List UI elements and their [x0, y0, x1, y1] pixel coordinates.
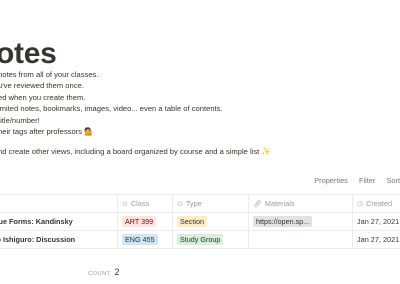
clock-icon: ◷	[357, 201, 364, 208]
row-count: COUNT 2	[88, 267, 120, 277]
column-header-created[interactable]: ◷ Created	[352, 195, 400, 212]
filter-button[interactable]: Filter	[359, 176, 375, 185]
link-property-icon: 🔗︎	[253, 201, 262, 208]
column-header-type[interactable]: ⊙ Type	[172, 195, 253, 212]
table-row[interactable]: ique Forms: Kandinsky ART 399 Section ht…	[0, 213, 400, 231]
description-line: u've reviewed them once.	[0, 81, 84, 91]
table-row[interactable]: uo Ishiguro: Discussion ENG 455 Study Gr…	[0, 231, 400, 249]
database-toolbar: Properties Filter Sort	[305, 176, 400, 185]
description-line: imited notes, bookmarks, images, video..…	[0, 104, 223, 114]
created-date: Jan 27, 2021	[357, 235, 400, 244]
select-property-icon: ⊙	[122, 201, 128, 208]
column-header-materials[interactable]: 🔗︎ Materials	[248, 195, 357, 212]
table-header-row: e ⊙Class ⊙Type 🔗︎Materials ◷Created	[0, 194, 400, 213]
created-date: Jan 27, 2021	[357, 217, 400, 226]
row-class-cell[interactable]: ENG 455	[117, 231, 177, 248]
row-name-cell[interactable]: uo Ishiguro: Discussion	[0, 231, 117, 248]
row-name-cell[interactable]: ique Forms: Kandinsky	[0, 213, 117, 230]
count-value: 2	[114, 267, 120, 277]
row-created-cell: Jan 27, 2021	[352, 231, 400, 248]
row-materials-cell[interactable]: https://open.sp...	[248, 213, 357, 230]
materials-link[interactable]: https://open.sp...	[253, 216, 313, 227]
properties-button[interactable]: Properties	[314, 176, 348, 185]
column-header-type-label: Type	[185, 199, 202, 208]
row-materials-cell[interactable]	[248, 231, 357, 248]
column-header-name[interactable]: e	[0, 195, 117, 212]
notes-table: e ⊙Class ⊙Type 🔗︎Materials ◷Created ique…	[0, 194, 400, 249]
type-tag: Section	[177, 216, 207, 227]
description-line: ed when you create them.	[0, 92, 86, 102]
column-header-created-label: Created	[366, 199, 393, 208]
type-tag: Study Group	[177, 234, 224, 245]
row-class-cell[interactable]: ART 399	[117, 213, 177, 230]
views-description-line: nd create other views, including a board…	[0, 147, 271, 157]
class-tag: ART 399	[122, 216, 157, 227]
row-type-cell[interactable]: Study Group	[172, 231, 253, 248]
column-header-materials-label: Materials	[264, 199, 295, 208]
sort-button[interactable]: Sort	[386, 176, 400, 185]
count-label: COUNT	[88, 271, 111, 277]
row-type-cell[interactable]: Section	[172, 213, 253, 230]
description-line: notes from all of your classes.	[0, 70, 99, 79]
description-line: title/number!	[0, 115, 40, 125]
column-header-class-label: Class	[130, 199, 150, 208]
row-created-cell: Jan 27, 2021	[352, 213, 400, 230]
page-title: otes	[0, 37, 57, 70]
column-header-class[interactable]: ⊙ Class	[117, 195, 177, 212]
page-description: notes from all of your classes. u've rev…	[0, 69, 271, 158]
select-property-icon: ⊙	[177, 201, 183, 208]
class-tag: ENG 455	[122, 234, 158, 245]
description-line: heir tags after professors 💁	[0, 127, 94, 137]
